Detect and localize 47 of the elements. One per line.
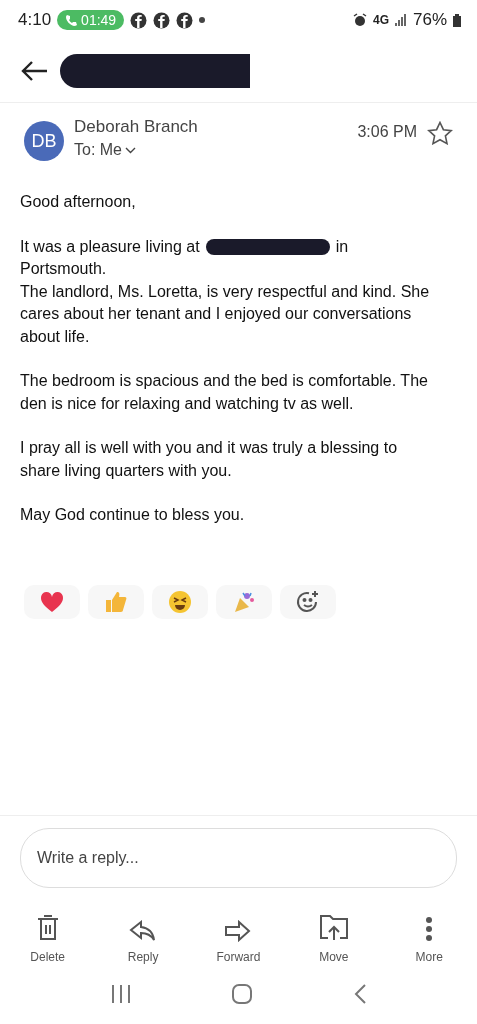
sender-name: Deborah Branch <box>74 117 199 137</box>
star-button[interactable] <box>427 121 453 145</box>
alarm-icon <box>352 13 367 27</box>
toolbar-button[interactable]: Reply <box>103 908 184 964</box>
body-paragraph: I pray all is well with you and it was truly a blessing to share living quarters with you. <box>20 438 399 481</box>
heart-icon <box>40 590 64 613</box>
recipient-dropdown[interactable]: To: Me <box>74 141 136 159</box>
laughing-emoji-icon <box>168 589 192 614</box>
battery-icon <box>453 13 461 27</box>
toolbar-button[interactable]: Move <box>293 908 374 964</box>
sender-avatar: DB <box>24 121 64 161</box>
battery-level: 76% <box>412 10 447 30</box>
notification-icon <box>153 11 171 29</box>
body-paragraph: The bedroom is spacious and the bed is comfortable. The den is nice for relaxing and watching tv as well. <box>20 371 429 414</box>
greeting-text: Good afternoon, <box>20 192 137 212</box>
reply-field[interactable]: Write a reply... <box>20 828 457 888</box>
thumbs-up-icon <box>104 589 128 614</box>
more-icon <box>425 916 434 942</box>
toolbar-button[interactable]: Forward <box>198 908 279 964</box>
body-paragraph: May God continue to bless you. <box>20 505 246 525</box>
dot-icon <box>199 17 206 23</box>
reaction-button[interactable] <box>24 584 80 619</box>
home-button[interactable] <box>231 983 254 1005</box>
message-time: 3:06 PM <box>357 123 417 142</box>
clock: 4:10 <box>18 10 52 30</box>
recent-apps-button[interactable] <box>109 984 132 1004</box>
trash-icon <box>35 914 60 942</box>
reaction-button[interactable] <box>152 584 208 619</box>
add-reaction-icon <box>296 589 320 614</box>
body-paragraph: Portsmouth. The landlord, Ms. Loretta, is very respectful and kind. She cares about her tenant and I enjoyed our conversations about life. <box>20 259 431 347</box>
chevron-down-icon <box>125 146 136 154</box>
back-nav-button[interactable] <box>353 983 368 1005</box>
toolbar-button[interactable]: Delete <box>7 908 88 964</box>
toolbar-button[interactable]: More <box>389 908 470 964</box>
folder-move-icon <box>318 914 349 942</box>
phone-icon <box>65 14 78 26</box>
reaction-button[interactable] <box>280 584 336 619</box>
body-text: in <box>335 236 349 257</box>
notification-icon <box>176 11 194 29</box>
signal-icon <box>394 13 407 27</box>
call-duration: 01:49 <box>81 12 117 28</box>
forward-icon <box>224 920 253 942</box>
back-button[interactable] <box>20 60 48 82</box>
body-text: It was a pleasure living at <box>20 236 200 257</box>
reply-icon <box>129 920 158 942</box>
network-label: 4G <box>372 13 389 27</box>
notification-icon <box>130 11 148 29</box>
